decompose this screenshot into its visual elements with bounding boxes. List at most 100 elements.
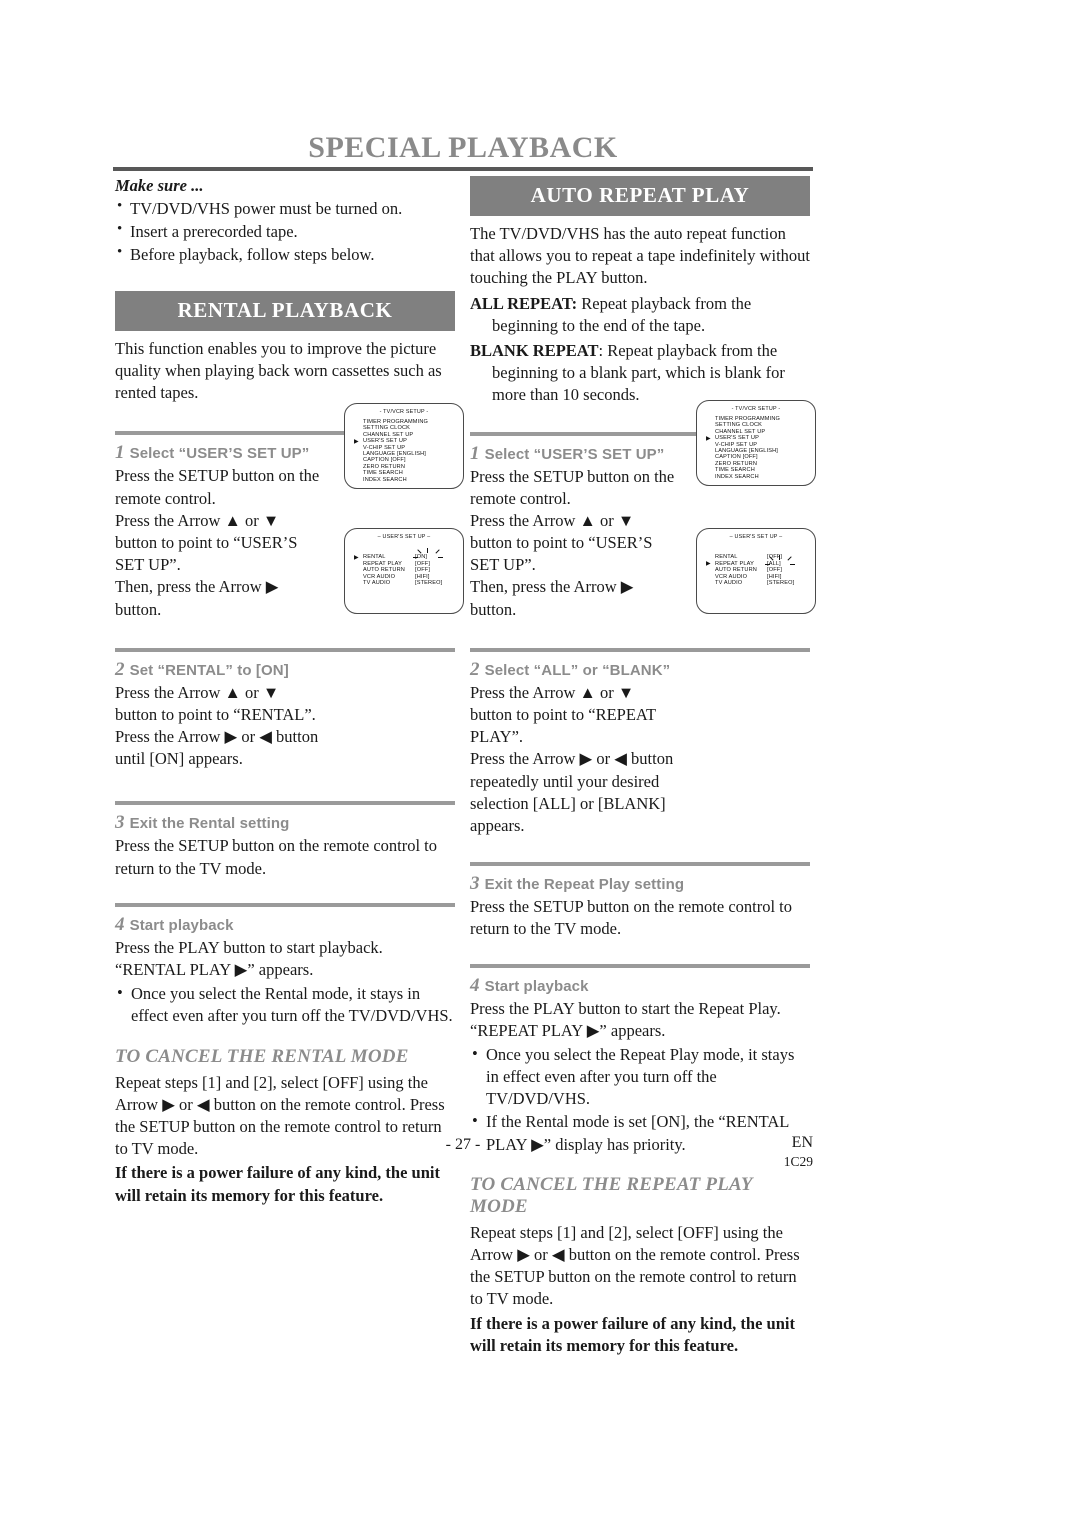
osd-menu-item-label: LANGUAGE [ENGLISH] bbox=[363, 451, 427, 458]
cancel-repeat-heading: TO CANCEL THE REPEAT PLAY MODE bbox=[470, 1173, 752, 1217]
step-label: Exit the Repeat Play setting bbox=[484, 876, 685, 894]
osd-setting-value: [ALL] bbox=[767, 560, 781, 567]
step-number: 2 bbox=[470, 658, 480, 680]
step-number: 3 bbox=[470, 873, 480, 895]
osd-pointer-icon: ▶ bbox=[706, 561, 711, 568]
osd-setting-name: VCR AUDIO bbox=[363, 573, 396, 580]
step-divider bbox=[115, 801, 455, 806]
osd-setting-value: [ON] bbox=[415, 554, 428, 560]
step-notes: Once you select the Rental mode, it stay… bbox=[115, 982, 455, 1027]
osd-title: – USER'S SET UP – bbox=[729, 534, 783, 540]
osd-setting-row: AUTO RETURN [OFF] bbox=[363, 567, 463, 574]
osd-menu-list: TIMER PROGRAMMING SETTING CLOCK CHANNEL SE… bbox=[345, 419, 463, 483]
step-label: Set “RENTAL” to [ON] bbox=[129, 661, 289, 679]
step-text: Then, press the Arrow ▶ button. bbox=[470, 577, 634, 619]
step-number: 1 bbox=[115, 442, 125, 464]
list-item: TV/DVD/VHS power must be turned on. bbox=[115, 197, 455, 220]
osd-menu-item-label: CHANNEL SET UP bbox=[715, 428, 766, 435]
step-divider bbox=[470, 647, 810, 652]
step-divider bbox=[115, 647, 455, 652]
osd-setting-name: RENTAL bbox=[363, 554, 386, 560]
step-text: Press the Arrow ▲ or ▼ button to point t… bbox=[115, 510, 298, 575]
all-repeat-definition: ALL REPEAT: Repeat playback from the beg… bbox=[470, 293, 810, 337]
cancel-rental-note: If there is a power failure of any kind,… bbox=[115, 1163, 440, 1205]
step-heading-2: 2 Select “ALL” or “BLANK” bbox=[470, 659, 810, 681]
step-number: 4 bbox=[470, 974, 480, 996]
step-divider bbox=[470, 963, 810, 968]
step-label: Select “USER’S SET UP” bbox=[129, 445, 310, 463]
osd-setting-value: [HIFI] bbox=[415, 573, 430, 580]
step-label: Select “USER’S SET UP” bbox=[484, 445, 665, 463]
osd-users-setup-repeat: – USER'S SET UP – RENTAL [OFF] ▶ REPEAT PLA… bbox=[696, 528, 816, 614]
list-item: Before playback, follow steps below. bbox=[115, 243, 455, 266]
manual-page: SPECIAL PLAYBACK Make sure ... TV/DVD/VH… bbox=[0, 0, 1080, 1527]
osd-menu-list: TIMER PROGRAMMING SETTING CLOCK CHANNEL SE… bbox=[697, 416, 815, 480]
osd-setting-value: [OFF] bbox=[767, 567, 783, 574]
osd-setting-row: TV AUDIO [STEREO] bbox=[363, 580, 463, 587]
osd-setting-name: REPEAT PLAY bbox=[363, 560, 402, 567]
step-text: Press the SETUP button on the remote con… bbox=[115, 466, 320, 508]
osd-setting-name: VCR AUDIO bbox=[715, 573, 748, 580]
osd-menu-item: INDEX SEARCH bbox=[363, 477, 463, 483]
step-label: Start playback bbox=[129, 916, 234, 934]
osd-menu-item: INDEX SEARCH bbox=[715, 474, 815, 480]
make-sure-heading: Make sure ... bbox=[115, 176, 204, 195]
list-item: Once you select the Repeat Play mode, it… bbox=[470, 1043, 810, 1111]
section-bar-auto-repeat-play: AUTO REPEAT PLAY bbox=[470, 176, 810, 216]
repeat-intro: The TV/DVD/VHS has the auto repeat funct… bbox=[470, 224, 810, 288]
step-text: Press the Arrow ▲ or ▼ button to point t… bbox=[470, 682, 656, 747]
osd-setting-value: [OFF] bbox=[415, 560, 431, 567]
cancel-repeat-text: Repeat steps [1] and [2], select [OFF] u… bbox=[470, 1222, 800, 1309]
title-divider bbox=[113, 167, 813, 171]
footer-page-number: - 27 - bbox=[445, 1136, 481, 1153]
osd-tv-vcr-setup-right: - TV/VCR SETUP - TIMER PROGRAMMING SETTIN… bbox=[696, 400, 816, 486]
osd-setting-row: ▶ RENTAL [ON] bbox=[354, 548, 463, 561]
osd-setting-row: REPEAT PLAY [OFF] bbox=[363, 561, 463, 568]
osd-menu-item-label: SETTING CLOCK bbox=[715, 422, 763, 429]
rental-intro: This function enables you to improve the… bbox=[115, 338, 442, 403]
osd-setting-value: [HIFI] bbox=[767, 573, 782, 580]
osd-menu-item-label: CHANNEL SET UP bbox=[363, 431, 414, 438]
cancel-repeat-note: If there is a power failure of any kind,… bbox=[470, 1313, 795, 1355]
blank-repeat-definition: BLANK REPEAT: Repeat playback from the b… bbox=[470, 340, 810, 407]
osd-pointer-icon: ▶ bbox=[354, 438, 359, 445]
cancel-rental-text: Repeat steps [1] and [2], select [OFF] u… bbox=[115, 1072, 445, 1159]
osd-title: - TV/VCR SETUP - bbox=[379, 409, 429, 415]
osd-menu-item-label: TIME SEARCH bbox=[363, 470, 403, 477]
section-bar-rental-playback: RENTAL PLAYBACK bbox=[115, 290, 455, 331]
osd-menu-item-label: V-CHIP SET UP bbox=[715, 441, 758, 448]
osd-row-list: RENTAL [OFF] ▶ REPEAT PLAY [ALL] AUTO RETURN [… bbox=[697, 554, 815, 587]
left-column: Make sure ... TV/DVD/VHS power must be t… bbox=[115, 176, 455, 1207]
osd-menu-item-label: SETTING CLOCK bbox=[363, 425, 411, 432]
all-repeat-label: ALL REPEAT: bbox=[470, 293, 578, 313]
list-item: Once you select the Rental mode, it stay… bbox=[115, 982, 455, 1027]
step-number: 3 bbox=[115, 812, 125, 834]
step-text: Press the Arrow ▲ or ▼ button to point t… bbox=[470, 510, 653, 575]
step-text: Press the SETUP button on the remote con… bbox=[470, 466, 675, 508]
osd-pointer-icon: ▶ bbox=[354, 554, 359, 561]
step-divider bbox=[115, 902, 455, 907]
osd-setting-name: REPEAT PLAY bbox=[715, 560, 754, 567]
osd-setting-value: [OFF] bbox=[767, 554, 783, 560]
footer-code: 1C29 bbox=[783, 1154, 813, 1169]
osd-setting-value: [OFF] bbox=[415, 567, 431, 574]
osd-setting-row: VCR AUDIO [HIFI] bbox=[715, 574, 815, 581]
step-heading-3: 3 Exit the Repeat Play setting bbox=[470, 873, 810, 895]
osd-menu-item-label: LANGUAGE [ENGLISH] bbox=[715, 448, 779, 455]
step-heading-2: 2 Set “RENTAL” to [ON] bbox=[115, 659, 455, 681]
step-text: Press the SETUP button on the remote con… bbox=[470, 897, 793, 939]
cancel-rental-heading: TO CANCEL THE RENTAL MODE bbox=[115, 1045, 409, 1067]
osd-menu-item-label: TIMER PROGRAMMING bbox=[715, 416, 781, 422]
step-heading-4: 4 Start playback bbox=[470, 975, 810, 997]
step-text: Press the PLAY button to start playback.… bbox=[115, 937, 383, 979]
step-text: Then, press the Arrow ▶ button. bbox=[115, 577, 279, 619]
step-heading-3: 3 Exit the Rental setting bbox=[115, 812, 455, 834]
step-label: Exit the Rental setting bbox=[129, 815, 290, 833]
osd-menu-item-label: TIMER PROGRAMMING bbox=[363, 419, 429, 425]
step-number: 1 bbox=[470, 442, 480, 464]
osd-menu-item-label: INDEX SEARCH bbox=[363, 476, 407, 483]
step-heading-4: 4 Start playback bbox=[115, 914, 455, 936]
osd-setting-row: ▶ REPEAT PLAY [ALL] bbox=[706, 554, 815, 568]
blank-repeat-label: BLANK REPEAT bbox=[470, 340, 599, 360]
osd-setting-name: TV AUDIO bbox=[363, 580, 391, 587]
